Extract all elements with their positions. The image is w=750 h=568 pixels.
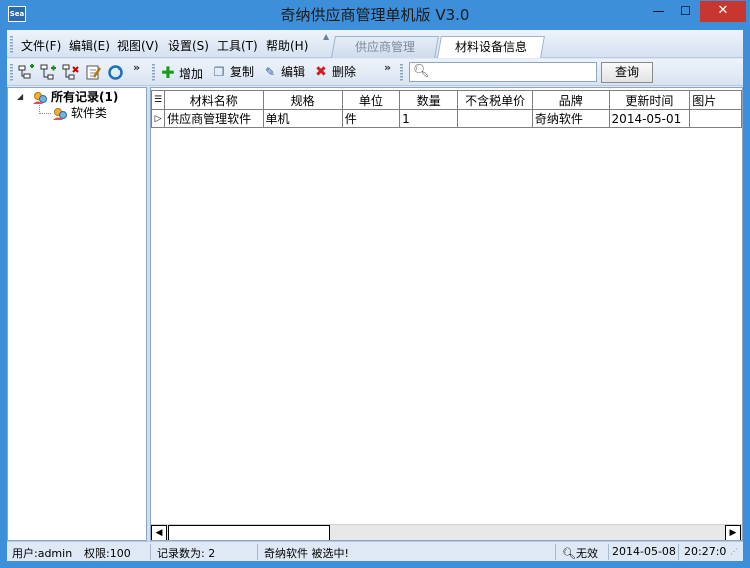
column-header[interactable]: 不含税单价 [457, 90, 533, 110]
column-header[interactable]: 品牌 [531, 90, 610, 110]
menu-help[interactable]: 帮助(H) [266, 37, 308, 54]
toolbar: » ✚ 增加 ❐ 复制 ✎ 编辑 ✖ 删除 » 🔍︎ 查询 [7, 59, 743, 86]
maximize-button[interactable]: ☐ [672, 1, 699, 22]
folder-users-icon [32, 91, 48, 105]
status-record-count: 记录数为: 2 [157, 547, 216, 560]
table-row[interactable]: ▷ 供应商管理软件 单机 件 1 奇纳软件 2014-05-01 [151, 109, 742, 128]
add-node-icon[interactable] [18, 64, 35, 81]
status-permission: 权限:100 [84, 547, 131, 560]
toolbar-grip-3[interactable] [400, 64, 403, 81]
copy-icon: ❐ [213, 65, 225, 79]
grid-table: ☰ 材料名称 规格 单位 数量 不含税单价 品牌 更新时间 图片 ▷ 供应商管理 [151, 90, 742, 128]
tree-node-software[interactable]: 软件类 [52, 105, 107, 121]
toolbar-overflow-icon-2[interactable]: » [384, 61, 391, 74]
plus-icon: ✚ [161, 63, 175, 82]
table-cell[interactable]: 1 [399, 109, 459, 128]
edit-node-icon[interactable] [85, 64, 102, 81]
menubar-grip[interactable] [10, 36, 13, 53]
menu-settings[interactable]: 设置(S) [168, 37, 209, 54]
scroll-left-icon[interactable]: ◀ [151, 525, 167, 540]
tab-material-equipment[interactable]: 材料设备信息 [437, 36, 545, 58]
tree-node-root[interactable]: 所有记录(1) [32, 89, 118, 105]
status-divider [555, 544, 556, 560]
tree-connector [39, 105, 51, 114]
tab-supplier-management[interactable]: 供应商管理 [331, 36, 439, 58]
add-label: 增加 [179, 67, 204, 81]
add-child-icon[interactable] [40, 64, 57, 81]
delete-label: 删除 [332, 65, 357, 79]
search-icon: 🔍︎ [413, 64, 430, 79]
table-cell[interactable] [689, 109, 742, 128]
client-area: 文件(F) 编辑(E) 视图(V) 设置(S) 工具(T) 帮助(H) ▲ 供应… [7, 30, 743, 561]
resize-grip-icon[interactable]: ⋰ [730, 547, 738, 556]
toolbar-grip[interactable] [10, 64, 13, 81]
column-header[interactable]: 单位 [341, 90, 401, 110]
menubar: 文件(F) 编辑(E) 视图(V) 设置(S) 工具(T) 帮助(H) ▲ 供应… [7, 30, 743, 58]
tree-child-label: 软件类 [71, 106, 108, 120]
minimize-button[interactable]: — [645, 1, 672, 22]
horizontal-scrollbar[interactable]: ◀ ▶ [151, 524, 742, 540]
tab-label: 供应商管理 [354, 40, 415, 54]
close-button[interactable]: ✕ [700, 1, 746, 22]
menu-view[interactable]: 视图(V) [117, 37, 159, 54]
search-state-icon: 🔍︎ [562, 547, 576, 560]
copy-button[interactable]: ❐ 复制 [211, 63, 254, 82]
copy-label: 复制 [230, 65, 255, 79]
column-header[interactable]: 图片 [689, 90, 742, 110]
data-grid[interactable]: ☰ 材料名称 规格 单位 数量 不含税单价 品牌 更新时间 图片 ▷ 供应商管理 [150, 87, 743, 541]
row-indicator-icon[interactable]: ▷ [151, 109, 166, 128]
category-icon [52, 107, 68, 121]
table-cell[interactable]: 单机 [262, 109, 343, 128]
collapse-icon[interactable]: ◢ [17, 92, 23, 101]
table-cell[interactable]: 奇纳软件 [531, 109, 610, 128]
status-divider [257, 544, 258, 560]
status-date: 2014-05-08 [612, 545, 676, 558]
column-header[interactable]: 数量 [399, 90, 459, 110]
table-cell[interactable]: 件 [341, 109, 401, 128]
delete-button[interactable]: ✖ 删除 [313, 63, 356, 82]
tab-label: 材料设备信息 [454, 40, 527, 54]
status-user: 用户:admin [12, 547, 73, 560]
scroll-thumb[interactable] [168, 525, 330, 540]
status-divider [150, 544, 151, 560]
window-title: 奇纳供应商管理单机版 V3.0 [280, 6, 470, 24]
refresh-icon[interactable] [107, 64, 124, 81]
status-time: 20:27:0 [684, 545, 727, 558]
delete-node-icon[interactable] [62, 64, 79, 81]
column-header[interactable]: 更新时间 [608, 90, 691, 110]
toolbar-grip-2[interactable] [152, 64, 155, 81]
status-message: 奇纳软件 被选中! [264, 547, 349, 560]
edit-label: 编辑 [281, 65, 306, 79]
scroll-right-icon[interactable]: ▶ [725, 525, 741, 540]
edit-icon: ✎ [264, 65, 276, 79]
menu-file[interactable]: 文件(F) [21, 37, 61, 54]
select-all-icon[interactable]: ☰ [151, 90, 166, 110]
tree-root-label: 所有记录(1) [51, 90, 119, 104]
status-state-label: 无效 [575, 547, 598, 560]
grid-header-row: ☰ 材料名称 规格 单位 数量 不含税单价 品牌 更新时间 图片 [151, 90, 742, 110]
search-input[interactable]: 🔍︎ [409, 62, 597, 82]
status-divider [678, 544, 679, 560]
title-bar[interactable]: Sea 奇纳供应商管理单机版 V3.0 — ☐ ✕ [0, 0, 750, 30]
edit-button[interactable]: ✎ 编辑 [262, 63, 305, 82]
menu-tools[interactable]: 工具(T) [217, 37, 258, 54]
status-state: 🔍︎无效 [562, 545, 598, 561]
table-cell[interactable]: 供应商管理软件 [164, 109, 264, 128]
search-button[interactable]: 查询 [601, 62, 653, 83]
menu-edit[interactable]: 编辑(E) [69, 37, 110, 54]
app-window: Sea 奇纳供应商管理单机版 V3.0 — ☐ ✕ 文件(F) 编辑(E) 视图… [0, 0, 750, 568]
column-header[interactable]: 材料名称 [164, 90, 264, 110]
table-cell[interactable]: 2014-05-01 [608, 109, 691, 128]
tab-scroll-icon[interactable]: ▲ [323, 32, 329, 41]
delete-icon: ✖ [315, 64, 327, 80]
status-bar: 用户:admin 权限:100 记录数为: 2 奇纳软件 被选中! 🔍︎无效 2… [7, 541, 743, 561]
add-button[interactable]: ✚ 增加 [160, 63, 203, 82]
table-cell[interactable] [457, 109, 533, 128]
category-tree[interactable]: ◢ 所有记录(1) 软件类 [7, 87, 147, 541]
toolbar-overflow-icon[interactable]: » [133, 61, 140, 74]
column-header[interactable]: 规格 [262, 90, 343, 110]
status-divider [608, 544, 609, 560]
